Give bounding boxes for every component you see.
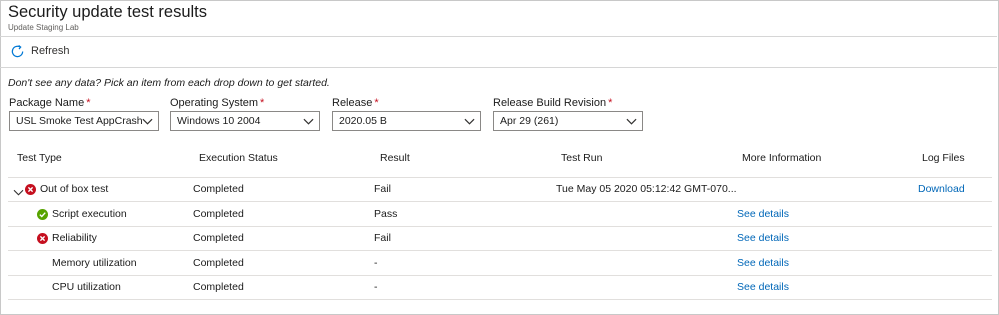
see-details-link[interactable]: See details bbox=[737, 281, 789, 293]
refresh-icon bbox=[10, 44, 25, 59]
see-details-link[interactable]: See details bbox=[737, 232, 789, 244]
column-header-log-files[interactable]: Log Files bbox=[922, 152, 965, 164]
chevron-down-icon bbox=[142, 116, 153, 129]
filter-label: Package Name bbox=[9, 97, 85, 109]
chevron-down-icon bbox=[626, 116, 637, 129]
row-divider bbox=[8, 299, 992, 300]
filter-label: Release bbox=[332, 97, 373, 109]
required-mark: * bbox=[374, 97, 379, 109]
result: - bbox=[374, 281, 378, 293]
filter-operating-system: Operating System * Windows 10 2004 bbox=[170, 97, 320, 131]
chevron-down-icon bbox=[303, 116, 314, 129]
package-name-dropdown[interactable]: USL Smoke Test AppCrash bbox=[9, 111, 159, 131]
row-divider bbox=[8, 226, 992, 227]
dropdown-value: USL Smoke Test AppCrash bbox=[16, 115, 143, 127]
row-divider bbox=[8, 250, 992, 251]
test-type: Script execution bbox=[52, 208, 127, 220]
dropdown-value: 2020.05 B bbox=[339, 115, 387, 127]
success-icon bbox=[37, 207, 48, 225]
release-build-revision-dropdown[interactable]: Apr 29 (261) bbox=[493, 111, 643, 131]
result: Pass bbox=[374, 208, 398, 220]
page-title: Security update test results bbox=[8, 3, 208, 21]
dropdown-value: Windows 10 2004 bbox=[177, 115, 261, 127]
refresh-label: Refresh bbox=[31, 45, 70, 57]
toolbar-divider bbox=[0, 67, 997, 68]
column-header-execution-status[interactable]: Execution Status bbox=[199, 152, 278, 164]
required-mark: * bbox=[608, 97, 613, 109]
required-mark: * bbox=[260, 97, 265, 109]
result: Fail bbox=[374, 183, 391, 195]
chevron-down-icon[interactable] bbox=[13, 184, 24, 202]
execution-status: Completed bbox=[193, 183, 244, 195]
empty-data-hint: Don't see any data? Pick an item from ea… bbox=[8, 77, 330, 89]
column-header-test-type[interactable]: Test Type bbox=[17, 152, 62, 164]
row-divider bbox=[8, 201, 992, 202]
download-link[interactable]: Download bbox=[918, 183, 965, 195]
blade-frame bbox=[0, 0, 999, 315]
column-header-more-information[interactable]: More Information bbox=[742, 152, 821, 164]
page-subtitle: Update Staging Lab bbox=[8, 23, 79, 32]
test-type: CPU utilization bbox=[52, 281, 121, 293]
required-mark: * bbox=[86, 97, 91, 109]
chevron-down-icon bbox=[464, 116, 475, 129]
result: - bbox=[374, 257, 378, 269]
test-run: Tue May 05 2020 05:12:42 GMT-070... bbox=[556, 183, 737, 195]
error-icon bbox=[25, 182, 36, 200]
release-dropdown[interactable]: 2020.05 B bbox=[332, 111, 481, 131]
filter-label: Operating System bbox=[170, 97, 259, 109]
test-type: Memory utilization bbox=[52, 257, 137, 269]
row-divider bbox=[8, 275, 992, 276]
filter-release: Release * 2020.05 B bbox=[332, 97, 481, 131]
column-header-result[interactable]: Result bbox=[380, 152, 410, 164]
execution-status: Completed bbox=[193, 281, 244, 293]
execution-status: Completed bbox=[193, 208, 244, 220]
see-details-link[interactable]: See details bbox=[737, 208, 789, 220]
column-header-test-run[interactable]: Test Run bbox=[561, 152, 602, 164]
execution-status: Completed bbox=[193, 232, 244, 244]
operating-system-dropdown[interactable]: Windows 10 2004 bbox=[170, 111, 320, 131]
filter-package-name: Package Name * USL Smoke Test AppCrash bbox=[9, 97, 159, 131]
see-details-link[interactable]: See details bbox=[737, 257, 789, 269]
table-header-divider bbox=[8, 177, 992, 178]
result: Fail bbox=[374, 232, 391, 244]
test-type: Reliability bbox=[52, 232, 97, 244]
dropdown-value: Apr 29 (261) bbox=[500, 115, 559, 127]
header-divider bbox=[0, 36, 997, 37]
refresh-button[interactable]: Refresh bbox=[10, 42, 70, 60]
filter-label: Release Build Revision bbox=[493, 97, 607, 109]
error-icon bbox=[37, 231, 48, 249]
filter-release-build-revision: Release Build Revision * Apr 29 (261) bbox=[493, 97, 643, 131]
execution-status: Completed bbox=[193, 257, 244, 269]
test-type: Out of box test bbox=[40, 183, 109, 195]
